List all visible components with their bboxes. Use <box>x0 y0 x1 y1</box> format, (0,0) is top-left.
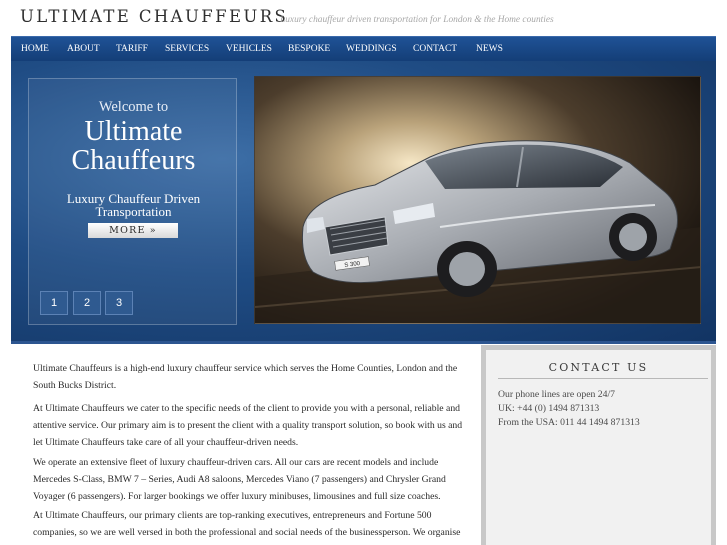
slide-button-2[interactable]: 2 <box>73 291 101 315</box>
contact-title: CONTACT US <box>548 361 649 374</box>
main-content: Ultimate Chauffeurs is a high-end luxury… <box>11 347 478 545</box>
clients-paragraph: At Ultimate Chauffeurs, our primary clie… <box>33 510 461 545</box>
contact-sidebar: CONTACT US Our phone lines are open 24/7… <box>481 345 716 545</box>
slide-button-3[interactable]: 3 <box>105 291 133 315</box>
nav-item-home[interactable]: HOME <box>21 44 49 54</box>
hero-subtitle-line-2: Transportation <box>95 204 172 219</box>
main-nav: HOME ABOUT TARIFF SERVICES VEHICLES BESP… <box>11 36 716 61</box>
site-title[interactable]: ULTIMATE CHAUFFEURS <box>20 7 288 26</box>
nav-item-weddings[interactable]: WEDDINGS <box>346 44 397 54</box>
hero-brand-line-1: Ultimate <box>84 116 183 147</box>
nav-item-about[interactable]: ABOUT <box>67 44 100 54</box>
nav-item-news[interactable]: NEWS <box>476 44 503 54</box>
nav-item-contact[interactable]: CONTACT <box>413 44 457 54</box>
slide-button-1[interactable]: 1 <box>40 291 68 315</box>
contact-hours: Our phone lines are open 24/7 <box>498 389 616 400</box>
nav-item-bespoke[interactable]: BESPOKE <box>288 44 330 54</box>
service-paragraph: At Ultimate Chauffeurs we cater to the s… <box>33 403 463 448</box>
hero-banner: Welcome to Ultimate Chauffeurs Luxury Ch… <box>11 61 716 344</box>
more-button[interactable]: MORE » <box>88 223 178 238</box>
nav-item-tariff[interactable]: TARIFF <box>116 44 148 54</box>
site-header: ULTIMATE CHAUFFEURS Luxury chauffeur dri… <box>0 0 727 36</box>
divider <box>498 378 708 379</box>
fleet-paragraph: We operate an extensive fleet of luxury … <box>33 457 446 502</box>
nav-item-vehicles[interactable]: VEHICLES <box>226 44 272 54</box>
hero-car-image: S 300 <box>254 76 701 324</box>
nav-item-services[interactable]: SERVICES <box>165 44 209 54</box>
hero-brand-line-2: Chauffeurs <box>71 145 196 176</box>
site-tagline: Luxury chauffeur driven transportation f… <box>280 15 554 25</box>
contact-panel: CONTACT US Our phone lines are open 24/7… <box>486 350 711 545</box>
welcome-panel: Welcome to Ultimate Chauffeurs Luxury Ch… <box>28 78 237 325</box>
car-illustration: S 300 <box>255 140 700 323</box>
intro-paragraph: Ultimate Chauffeurs is a high-end luxury… <box>33 363 458 391</box>
contact-uk-phone: UK: +44 (0) 1494 871313 <box>498 403 600 414</box>
welcome-text: Welcome to <box>98 99 169 115</box>
contact-usa-phone: From the USA: 011 44 1494 871313 <box>498 417 640 428</box>
